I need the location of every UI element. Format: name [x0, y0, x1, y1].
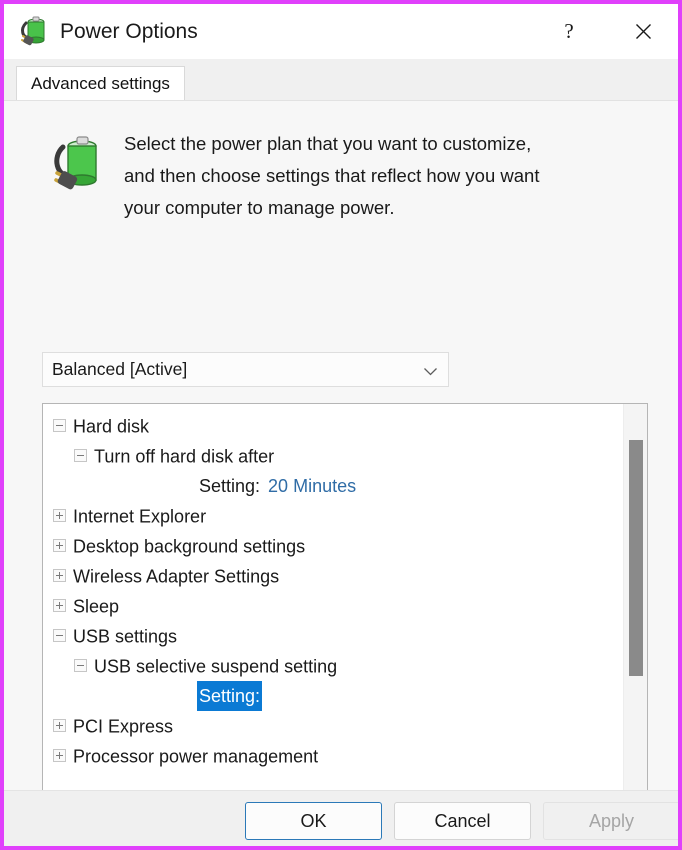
tree-item-label: USB selective suspend setting — [94, 656, 338, 677]
setting-label: Setting: — [199, 476, 261, 497]
tree-item-label: Internet Explorer — [73, 506, 207, 527]
tree-row[interactable]: Processor power management — [43, 740, 623, 770]
expand-icon[interactable] — [53, 568, 66, 582]
tab-advanced-settings[interactable]: Advanced settings — [16, 66, 185, 101]
apply-button: Apply — [543, 802, 678, 840]
close-icon[interactable] — [620, 4, 666, 59]
tree-row[interactable]: USB selective suspend setting — [43, 650, 623, 680]
collapse-icon[interactable] — [74, 658, 87, 672]
tree-item-label: Wireless Adapter Settings — [73, 566, 280, 587]
tree-row[interactable]: USB settings — [43, 620, 623, 650]
tree-row[interactable]: PCI Express — [43, 710, 623, 740]
tree-scrollbar-thumb[interactable] — [629, 440, 643, 676]
tree-item-label: PCI Express — [73, 716, 174, 737]
power-options-window: Power Options ? Advanced settings Select… — [0, 0, 682, 850]
collapse-icon[interactable] — [53, 418, 66, 432]
expand-icon[interactable] — [53, 718, 66, 732]
advanced-settings-tree[interactable]: Hard disk Turn off hard disk after Setting… — [42, 403, 648, 793]
setting-label: Setting: — [197, 681, 263, 712]
window-title: Power Options — [60, 20, 198, 43]
help-button[interactable]: ? — [546, 4, 592, 59]
advanced-settings-panel: Select the power plan that you want to c… — [4, 100, 678, 846]
battery-plug-icon — [18, 13, 52, 49]
tree-row[interactable]: Hard disk — [43, 410, 623, 440]
cancel-button[interactable]: Cancel — [394, 802, 531, 840]
dialog-footer: OK Cancel Apply — [4, 790, 678, 846]
battery-plug-icon — [49, 131, 111, 197]
expand-icon[interactable] — [53, 598, 66, 612]
tree-item-label: Hard disk — [73, 416, 150, 437]
setting-value-link[interactable]: 20 Minutes — [268, 476, 356, 496]
ok-button[interactable]: OK — [245, 802, 382, 840]
tree-row[interactable]: Turn off hard disk after — [43, 440, 623, 470]
tree-row[interactable]: Wireless Adapter Settings — [43, 560, 623, 590]
tree-row[interactable]: Setting: 20 Minutes — [43, 470, 623, 500]
collapse-icon[interactable] — [53, 628, 66, 642]
chevron-down-icon — [423, 364, 438, 382]
tree-rows: Hard disk Turn off hard disk after Setting… — [43, 410, 623, 770]
tree-row[interactable]: Desktop background settings — [43, 530, 623, 560]
tab-strip: Advanced settings — [4, 59, 678, 101]
tree-item-label: Sleep — [73, 596, 120, 617]
power-plan-combobox[interactable]: Balanced [Active] — [42, 352, 449, 387]
tree-row[interactable]: Setting: — [43, 680, 623, 712]
expand-icon[interactable] — [53, 748, 66, 762]
tree-item-label: Desktop background settings — [73, 536, 306, 557]
tree-item-label: USB settings — [73, 626, 178, 647]
expand-icon[interactable] — [53, 538, 66, 552]
collapse-icon[interactable] — [74, 448, 87, 462]
tree-scrollbar[interactable] — [623, 404, 647, 792]
title-bar: Power Options ? — [4, 4, 678, 59]
power-plan-value: Balanced [Active] — [52, 359, 188, 379]
tree-item-label: Processor power management — [73, 746, 319, 767]
expand-icon[interactable] — [53, 508, 66, 522]
panel-description: Select the power plan that you want to c… — [124, 133, 540, 218]
tree-item-label: Turn off hard disk after — [94, 446, 275, 467]
tree-row[interactable]: Sleep — [43, 590, 623, 620]
tree-row[interactable]: Internet Explorer — [43, 500, 623, 530]
